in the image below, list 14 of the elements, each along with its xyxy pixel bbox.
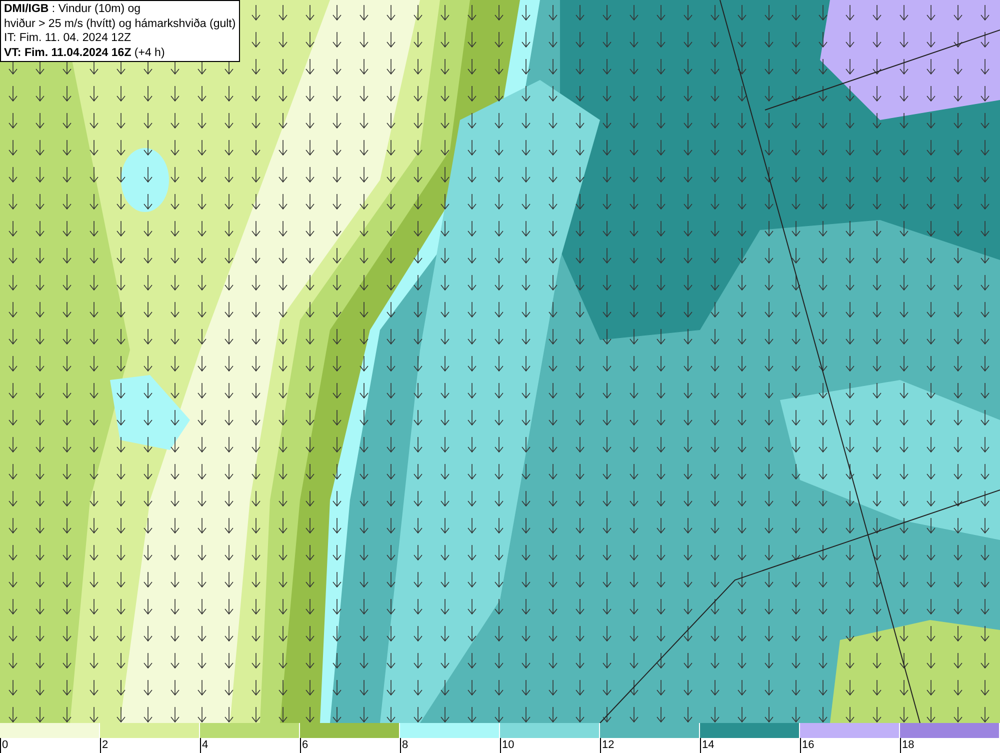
info-line: IT: Fim. 11. 04. 2024 12Z [4, 31, 132, 46]
info-line: DMI/IGB : Vindur (10m) og [4, 2, 142, 16]
legend-label: 0 [0, 738, 8, 753]
legend-label: 10 [500, 738, 514, 753]
legend-label: 6 [300, 738, 308, 753]
info-line: hviður > 25 m/s (hvítt) og hámarkshviða (gult) [4, 16, 236, 31]
legend-label: 18 [900, 738, 914, 753]
legend-label: 14 [700, 738, 714, 753]
legend-label: 8 [400, 738, 408, 753]
legend-label: 4 [200, 738, 208, 753]
legend-label: 16 [800, 738, 814, 753]
info-line: VT: Fim. 11.04.2024 16Z (+4 h) [4, 46, 166, 60]
legend-label: 2 [100, 738, 108, 753]
legend-label: 12 [600, 738, 614, 753]
